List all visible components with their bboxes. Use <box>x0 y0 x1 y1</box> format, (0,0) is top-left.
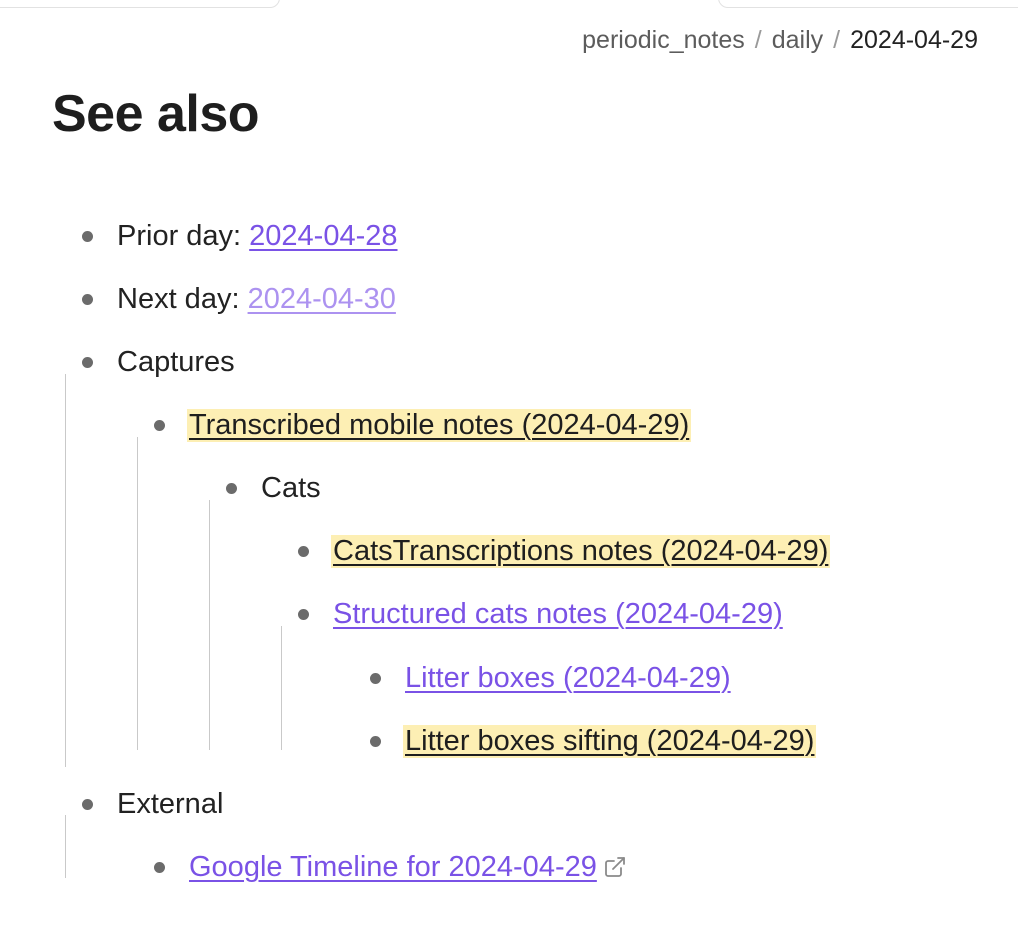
cats-transcriptions-link[interactable]: CatsTranscriptions notes (2024-04-29) <box>331 534 831 568</box>
indent-guide-structured[interactable] <box>281 626 282 750</box>
breadcrumb-separator: / <box>754 26 762 54</box>
external-link-icon[interactable] <box>603 855 627 879</box>
list-bullet[interactable] <box>82 357 93 368</box>
list-bullet[interactable] <box>154 862 165 873</box>
list-item-external: External <box>117 784 223 824</box>
list-item-cats: Cats <box>261 468 321 508</box>
breadcrumb: periodic_notes / daily / 2024-04-29 <box>582 26 978 55</box>
list-bullet[interactable] <box>370 736 381 747</box>
list-bullet[interactable] <box>298 609 309 620</box>
list-bullet[interactable] <box>370 673 381 684</box>
page-title: See also <box>52 85 260 143</box>
prior-day-link[interactable]: 2024-04-28 <box>249 220 397 253</box>
breadcrumb-current[interactable]: 2024-04-29 <box>850 26 978 55</box>
list-bullet[interactable] <box>82 799 93 810</box>
list-bullet[interactable] <box>82 294 93 305</box>
transcribed-mobile-notes-link[interactable]: Transcribed mobile notes (2024-04-29) <box>187 408 692 442</box>
indent-guide-external[interactable] <box>65 815 66 878</box>
indent-guide-cats[interactable] <box>209 500 210 750</box>
list-item-litter-boxes: Litter boxes (2024-04-29) <box>405 658 731 698</box>
external-label: External <box>117 787 224 820</box>
list-item-structured-cats: Structured cats notes (2024-04-29) <box>333 594 783 634</box>
top-pane-edge-left <box>0 0 280 8</box>
list-item-litter-boxes-sifting: Litter boxes sifting (2024-04-29) <box>403 721 817 761</box>
indent-guide-captures[interactable] <box>65 374 66 767</box>
list-item-captures: Captures <box>117 342 235 382</box>
breadcrumb-folder[interactable]: daily <box>772 26 823 55</box>
list-item-google-timeline: Google Timeline for 2024-04-29 <box>189 847 627 887</box>
list-bullet[interactable] <box>226 483 237 494</box>
next-day-label: Next day: <box>117 282 240 315</box>
captures-label: Captures <box>117 345 235 378</box>
list-bullet[interactable] <box>154 420 165 431</box>
indent-guide-transcribed[interactable] <box>137 437 138 750</box>
list-item-prior-day: Prior day: 2024-04-28 <box>117 216 398 256</box>
litter-boxes-link[interactable]: Litter boxes (2024-04-29) <box>405 662 731 695</box>
breadcrumb-separator: / <box>833 26 841 54</box>
top-pane-edge-right <box>718 0 1018 8</box>
list-item-next-day: Next day: 2024-04-30 <box>117 279 396 319</box>
breadcrumb-root[interactable]: periodic_notes <box>582 26 745 55</box>
list-item-cats-transcriptions: CatsTranscriptions notes (2024-04-29) <box>331 531 831 571</box>
note-view: periodic_notes / daily / 2024-04-29 See … <box>0 0 1018 932</box>
list-bullet[interactable] <box>298 546 309 557</box>
list-item-transcribed: Transcribed mobile notes (2024-04-29) <box>187 405 692 445</box>
next-day-link[interactable]: 2024-04-30 <box>248 283 396 316</box>
structured-cats-notes-link[interactable]: Structured cats notes (2024-04-29) <box>333 598 783 631</box>
cats-label: Cats <box>261 471 321 504</box>
google-timeline-link[interactable]: Google Timeline for 2024-04-29 <box>189 851 597 884</box>
prior-day-label: Prior day: <box>117 219 242 252</box>
list-bullet[interactable] <box>82 231 93 242</box>
litter-boxes-sifting-link[interactable]: Litter boxes sifting (2024-04-29) <box>403 724 817 758</box>
